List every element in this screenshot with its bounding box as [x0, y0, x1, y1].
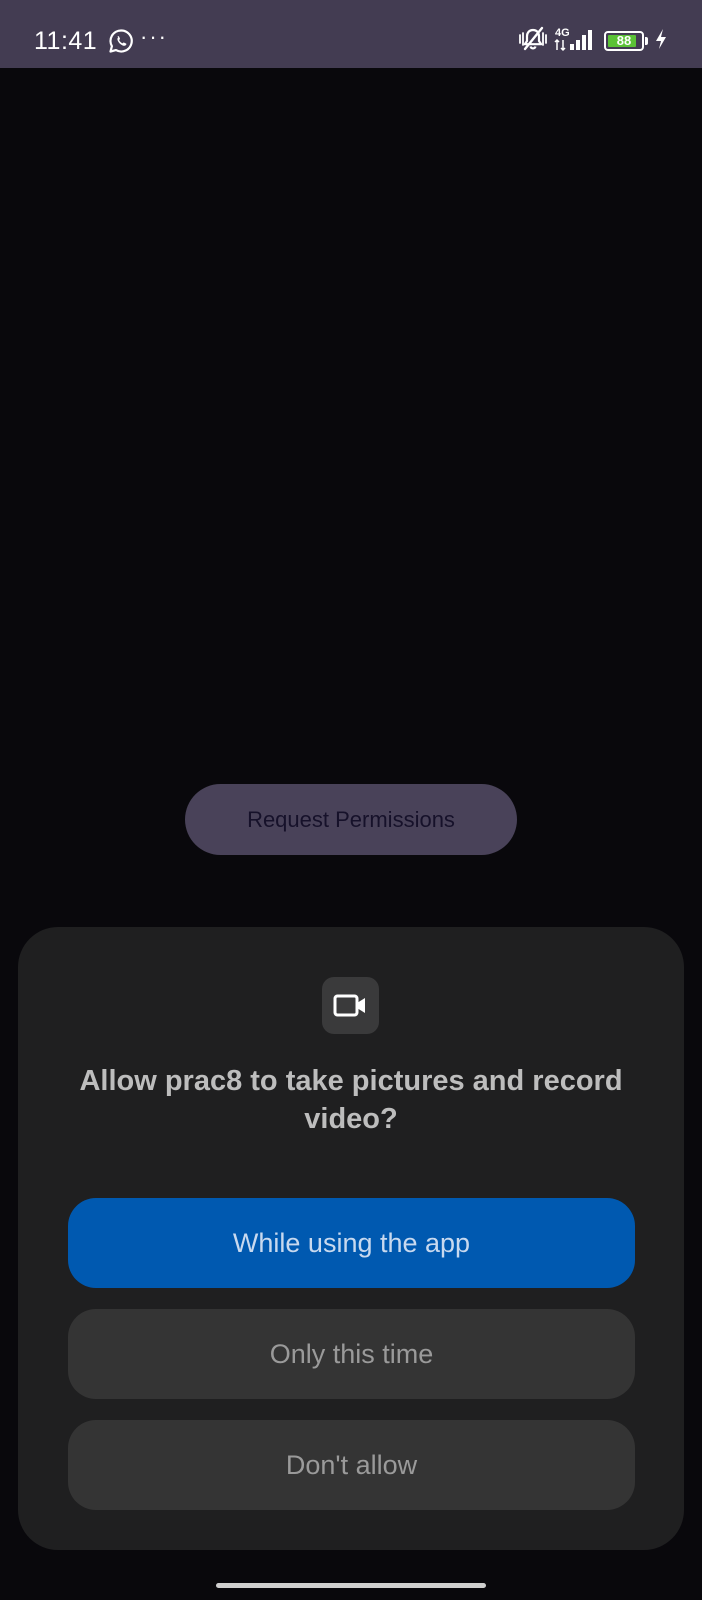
charging-bolt-icon [654, 28, 668, 55]
battery-icon: 88 [604, 31, 644, 51]
request-permissions-button[interactable]: Request Permissions [185, 784, 517, 855]
status-icons: 4G 88 [518, 26, 668, 56]
dont-allow-button[interactable]: Don't allow [68, 1420, 635, 1510]
whatsapp-icon [108, 28, 134, 54]
network-type-label: 4G [555, 27, 570, 39]
while-using-app-button[interactable]: While using the app [68, 1198, 635, 1288]
battery-tip [645, 37, 648, 45]
4g-signal-icon: 4G [554, 26, 598, 57]
dialog-title: Allow prac8 to take pictures and record … [79, 1065, 623, 1135]
status-bar: 11:41 ··· 4G 88 [0, 0, 702, 68]
home-indicator[interactable] [216, 1583, 486, 1588]
more-notifications-icon: ··· [140, 24, 168, 49]
only-this-time-button[interactable]: Only this time [68, 1309, 635, 1399]
permission-dialog: Allow prac8 to take pictures and record … [18, 927, 684, 1550]
status-time: 11:41 [34, 27, 98, 55]
video-camera-icon [322, 977, 379, 1034]
vibrate-mute-icon [518, 26, 548, 57]
battery-level: 88 [616, 33, 632, 48]
